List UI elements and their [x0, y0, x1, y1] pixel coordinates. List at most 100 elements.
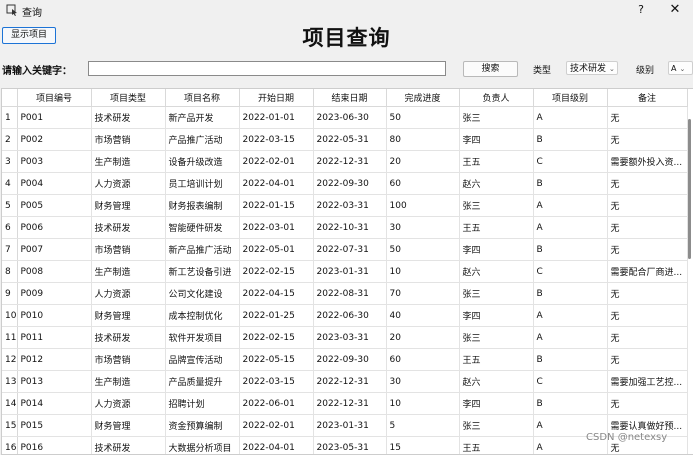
- cell-start-date[interactable]: 2022-03-15: [239, 370, 314, 393]
- table-row[interactable]: 9 P009 人力资源 公司文化建设 2022-04-15 2022-08-31 70 张三 B…: [2, 282, 688, 305]
- cell-project-id[interactable]: P014: [17, 392, 92, 415]
- cell-owner[interactable]: 李四: [459, 304, 534, 327]
- table-row[interactable]: 11 P011 技术研发 软件开发项目 2022-02-15 2023-03-31 20 张三…: [2, 326, 688, 349]
- cell-level[interactable]: B: [533, 282, 608, 305]
- cell-level[interactable]: A: [533, 326, 608, 349]
- table-row[interactable]: 3 P003 生产制造 设备升级改造 2022-02-01 2022-12-31 20 王五 C…: [2, 150, 688, 173]
- row-number[interactable]: 8: [2, 260, 18, 283]
- cell-start-date[interactable]: 2022-01-01: [239, 106, 314, 129]
- cell-level[interactable]: B: [533, 128, 608, 151]
- cell-remark[interactable]: 无: [607, 392, 688, 415]
- cell-start-date[interactable]: 2022-03-01: [239, 216, 314, 239]
- cell-start-date[interactable]: 2022-02-15: [239, 326, 314, 349]
- cell-level[interactable]: A: [533, 106, 608, 129]
- cell-project-type[interactable]: 人力资源: [91, 172, 166, 195]
- cell-progress[interactable]: 15: [386, 436, 460, 454]
- cell-owner[interactable]: 赵六: [459, 260, 534, 283]
- cell-level[interactable]: B: [533, 172, 608, 195]
- cell-progress[interactable]: 10: [386, 260, 460, 283]
- cell-end-date[interactable]: 2023-05-31: [313, 436, 387, 454]
- row-number[interactable]: 3: [2, 150, 18, 173]
- cell-progress[interactable]: 80: [386, 128, 460, 151]
- cell-start-date[interactable]: 2022-04-15: [239, 282, 314, 305]
- cell-project-type[interactable]: 生产制造: [91, 150, 166, 173]
- table-row[interactable]: 4 P004 人力资源 员工培训计划 2022-04-01 2022-09-30 60 赵六 B…: [2, 172, 688, 195]
- cell-remark[interactable]: 需要额外投入资...: [607, 150, 688, 173]
- col-header-end-date[interactable]: 结束日期: [313, 89, 387, 107]
- cell-end-date[interactable]: 2022-12-31: [313, 370, 387, 393]
- cell-owner[interactable]: 赵六: [459, 370, 534, 393]
- cell-progress[interactable]: 30: [386, 216, 460, 239]
- search-button[interactable]: 搜索: [463, 61, 518, 77]
- row-number[interactable]: 12: [2, 348, 18, 371]
- scrollbar-thumb[interactable]: [688, 119, 691, 259]
- cell-progress[interactable]: 60: [386, 348, 460, 371]
- cell-project-id[interactable]: P015: [17, 414, 92, 437]
- cell-owner[interactable]: 张三: [459, 326, 534, 349]
- col-header-level[interactable]: 项目级别: [533, 89, 608, 107]
- cell-project-type[interactable]: 技术研发: [91, 106, 166, 129]
- cell-remark[interactable]: 无: [607, 172, 688, 195]
- cell-project-name[interactable]: 资金预算编制: [165, 414, 240, 437]
- cell-project-id[interactable]: P009: [17, 282, 92, 305]
- cell-project-type[interactable]: 财务管理: [91, 194, 166, 217]
- col-header-start-date[interactable]: 开始日期: [239, 89, 314, 107]
- row-number[interactable]: 2: [2, 128, 18, 151]
- cell-project-type[interactable]: 市场营销: [91, 128, 166, 151]
- cell-project-type[interactable]: 市场营销: [91, 238, 166, 261]
- cell-project-type[interactable]: 技术研发: [91, 216, 166, 239]
- col-header-owner[interactable]: 负责人: [459, 89, 534, 107]
- help-button[interactable]: ?: [635, 3, 647, 16]
- keyword-input[interactable]: [88, 61, 446, 76]
- table-row[interactable]: 8 P008 生产制造 新工艺设备引进 2022-02-15 2023-01-31 10 赵六…: [2, 260, 688, 283]
- table-row[interactable]: 7 P007 市场营销 新产品推广活动 2022-05-01 2022-07-31 50 李四…: [2, 238, 688, 261]
- cell-project-name[interactable]: 智能硬件研发: [165, 216, 240, 239]
- table-row[interactable]: 16 P016 技术研发 大数据分析项目 2022-04-01 2023-05-31 15 王…: [2, 436, 688, 454]
- cell-remark[interactable]: 无: [607, 326, 688, 349]
- col-header-project-id[interactable]: 项目编号: [17, 89, 92, 107]
- cell-progress[interactable]: 20: [386, 150, 460, 173]
- table-corner-header[interactable]: [2, 89, 18, 107]
- project-table[interactable]: 项目编号 项目类型 项目名称 开始日期 结束日期 完成进度 负责人 项目级别 备…: [1, 88, 693, 455]
- cell-progress[interactable]: 70: [386, 282, 460, 305]
- cell-remark[interactable]: 无: [607, 304, 688, 327]
- table-row[interactable]: 14 P014 人力资源 招聘计划 2022-06-01 2022-12-31 10 李四 B 无: [2, 392, 688, 415]
- cell-end-date[interactable]: 2022-12-31: [313, 392, 387, 415]
- close-button[interactable]: ✕: [668, 2, 682, 17]
- cell-owner[interactable]: 张三: [459, 414, 534, 437]
- cell-remark[interactable]: 无: [607, 106, 688, 129]
- type-select[interactable]: 技术研发 ⌄: [566, 61, 618, 75]
- cell-project-id[interactable]: P013: [17, 370, 92, 393]
- cell-project-name[interactable]: 品牌宣传活动: [165, 348, 240, 371]
- cell-progress[interactable]: 60: [386, 172, 460, 195]
- cell-project-type[interactable]: 生产制造: [91, 370, 166, 393]
- cell-remark[interactable]: 无: [607, 194, 688, 217]
- cell-project-id[interactable]: P004: [17, 172, 92, 195]
- row-number[interactable]: 13: [2, 370, 18, 393]
- vertical-scrollbar[interactable]: [687, 107, 692, 452]
- cell-start-date[interactable]: 2022-01-25: [239, 304, 314, 327]
- cell-progress[interactable]: 30: [386, 370, 460, 393]
- level-select[interactable]: A ⌄: [668, 61, 693, 75]
- cell-remark[interactable]: 无: [607, 216, 688, 239]
- cell-project-id[interactable]: P008: [17, 260, 92, 283]
- col-header-progress[interactable]: 完成进度: [386, 89, 460, 107]
- cell-end-date[interactable]: 2023-06-30: [313, 106, 387, 129]
- cell-owner[interactable]: 王五: [459, 216, 534, 239]
- cell-remark[interactable]: 无: [607, 348, 688, 371]
- cell-project-id[interactable]: P003: [17, 150, 92, 173]
- cell-level[interactable]: A: [533, 304, 608, 327]
- row-number[interactable]: 10: [2, 304, 18, 327]
- cell-project-id[interactable]: P016: [17, 436, 92, 454]
- table-row[interactable]: 12 P012 市场营销 品牌宣传活动 2022-05-15 2022-09-30 60 王五…: [2, 348, 688, 371]
- cell-progress[interactable]: 10: [386, 392, 460, 415]
- cell-project-id[interactable]: P002: [17, 128, 92, 151]
- cell-project-type[interactable]: 人力资源: [91, 282, 166, 305]
- cell-start-date[interactable]: 2022-02-01: [239, 150, 314, 173]
- cell-owner[interactable]: 张三: [459, 194, 534, 217]
- table-row[interactable]: 15 P015 财务管理 资金预算编制 2022-02-01 2023-01-31 5 张三 A…: [2, 414, 688, 437]
- cell-owner[interactable]: 王五: [459, 348, 534, 371]
- cell-level[interactable]: C: [533, 370, 608, 393]
- cell-progress[interactable]: 100: [386, 194, 460, 217]
- cell-project-id[interactable]: P012: [17, 348, 92, 371]
